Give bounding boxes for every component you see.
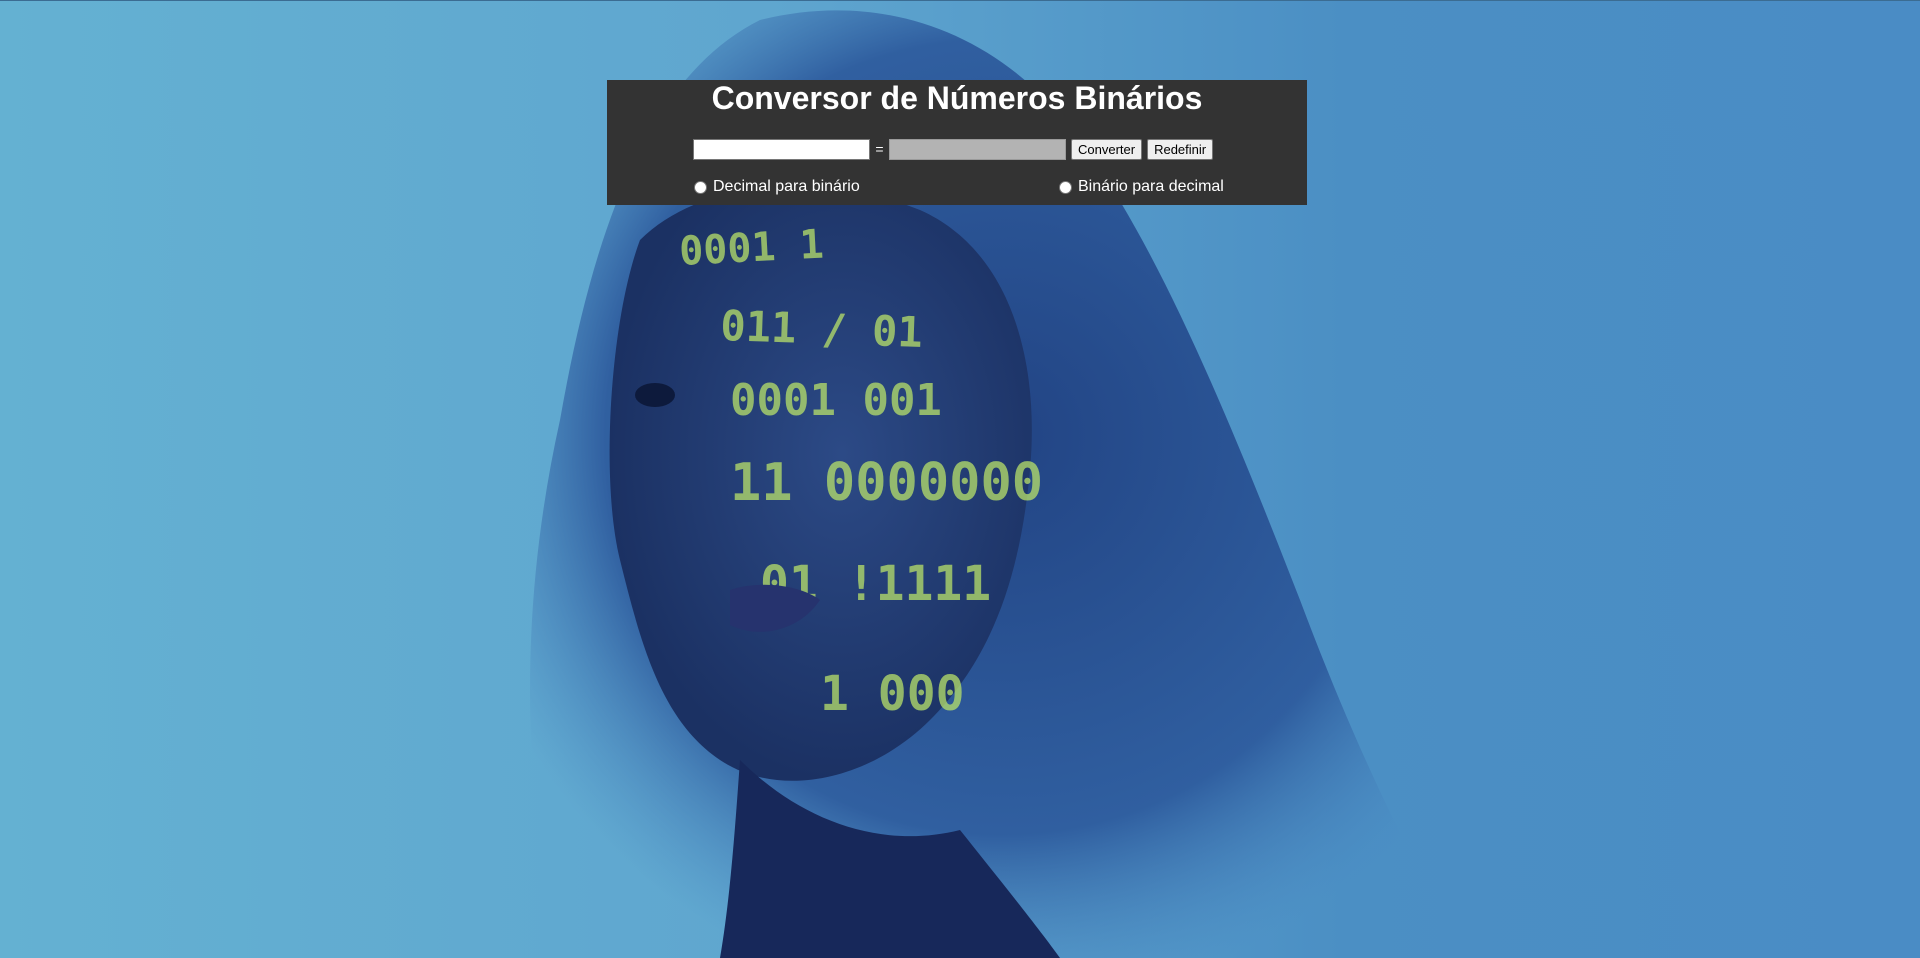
convert-button[interactable]: Converter xyxy=(1071,138,1143,160)
result-output[interactable] xyxy=(889,138,1066,160)
converter-row: = Converter Redefinir xyxy=(693,138,1214,160)
svg-text:011 / 01: 011 / 01 xyxy=(720,301,924,357)
reset-button[interactable]: Redefinir xyxy=(1147,138,1214,160)
number-input[interactable] xyxy=(693,138,870,160)
equals-sign: = xyxy=(875,141,884,157)
radio-button-icon[interactable] xyxy=(694,180,707,194)
svg-text:11 0000000: 11 0000000 xyxy=(730,453,1043,513)
radio-decimal-to-binary[interactable]: Decimal para binário xyxy=(694,178,860,196)
svg-text:1 000: 1 000 xyxy=(820,666,965,722)
radio-button-icon[interactable] xyxy=(1059,180,1072,194)
page-title: Conversor de Números Binários xyxy=(711,80,1203,116)
svg-text:0001 001: 0001 001 xyxy=(730,375,942,426)
radio-label: Decimal para binário xyxy=(713,178,860,195)
converter-panel: Conversor de Números Binários = Converte… xyxy=(607,80,1307,205)
radio-binary-to-decimal[interactable]: Binário para decimal xyxy=(1059,178,1224,196)
svg-text:0001 1: 0001 1 xyxy=(678,221,825,274)
radio-label: Binário para decimal xyxy=(1078,178,1224,195)
